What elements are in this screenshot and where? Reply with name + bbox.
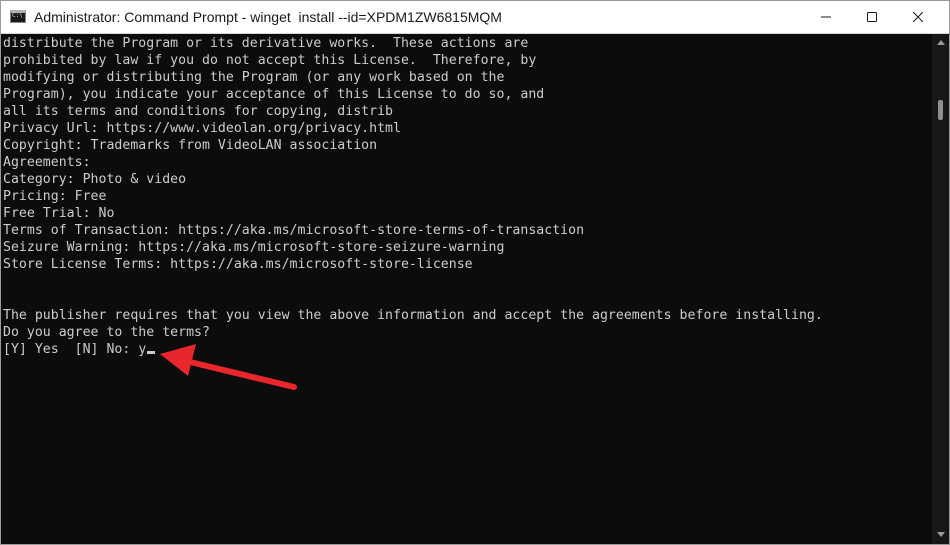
console-line: Privacy Url: https://www.videolan.org/pr… [3, 121, 401, 136]
title-bar[interactable]: Administrator: Command Prompt - winget i… [1, 1, 949, 34]
text-cursor [147, 351, 156, 354]
console-line: Program), you indicate your acceptance o… [3, 87, 545, 102]
console-line: Do you agree to the terms? [3, 325, 210, 340]
console-line: distribute the Program or its derivative… [3, 36, 529, 51]
prompt-input[interactable]: y [138, 342, 146, 357]
minimize-button[interactable] [803, 1, 849, 33]
scroll-up-arrow-icon[interactable] [937, 40, 945, 45]
command-prompt-window: Administrator: Command Prompt - winget i… [0, 0, 950, 545]
console-line: Free Trial: No [3, 206, 115, 221]
console-line: all its terms and conditions for copying… [3, 104, 394, 119]
console-line: Category: Photo & video [3, 172, 187, 187]
console-line: Copyright: Trademarks from VideoLAN asso… [3, 138, 378, 153]
vertical-scrollbar[interactable] [932, 34, 949, 544]
minimize-icon [821, 16, 831, 18]
close-button[interactable] [895, 1, 941, 33]
command-prompt-icon[interactable] [10, 10, 26, 23]
prompt-line[interactable]: [Y] Yes [N] No: y [3, 341, 156, 358]
maximize-icon [867, 12, 877, 22]
scroll-thumb[interactable] [938, 100, 943, 120]
console-output[interactable]: distribute the Program or its derivative… [1, 34, 931, 544]
scroll-down-arrow-icon[interactable] [937, 532, 945, 537]
console-line: Pricing: Free [3, 189, 107, 204]
console-line: prohibited by law if you do not accept t… [3, 53, 537, 68]
close-icon [913, 12, 923, 22]
console-line: modifying or distributing the Program (o… [3, 70, 505, 85]
agreement-prompt: [Y] Yes [N] No: [3, 342, 139, 357]
console-line: Agreements: [3, 155, 91, 170]
maximize-button[interactable] [849, 1, 895, 33]
console-line: The publisher requires that you view the… [3, 308, 823, 323]
console-line: Store License Terms: https://aka.ms/micr… [3, 257, 473, 272]
window-title: Administrator: Command Prompt - winget i… [34, 9, 502, 25]
console-line: Terms of Transaction: https://aka.ms/mic… [3, 223, 585, 238]
console-line: Seizure Warning: https://aka.ms/microsof… [3, 240, 505, 255]
